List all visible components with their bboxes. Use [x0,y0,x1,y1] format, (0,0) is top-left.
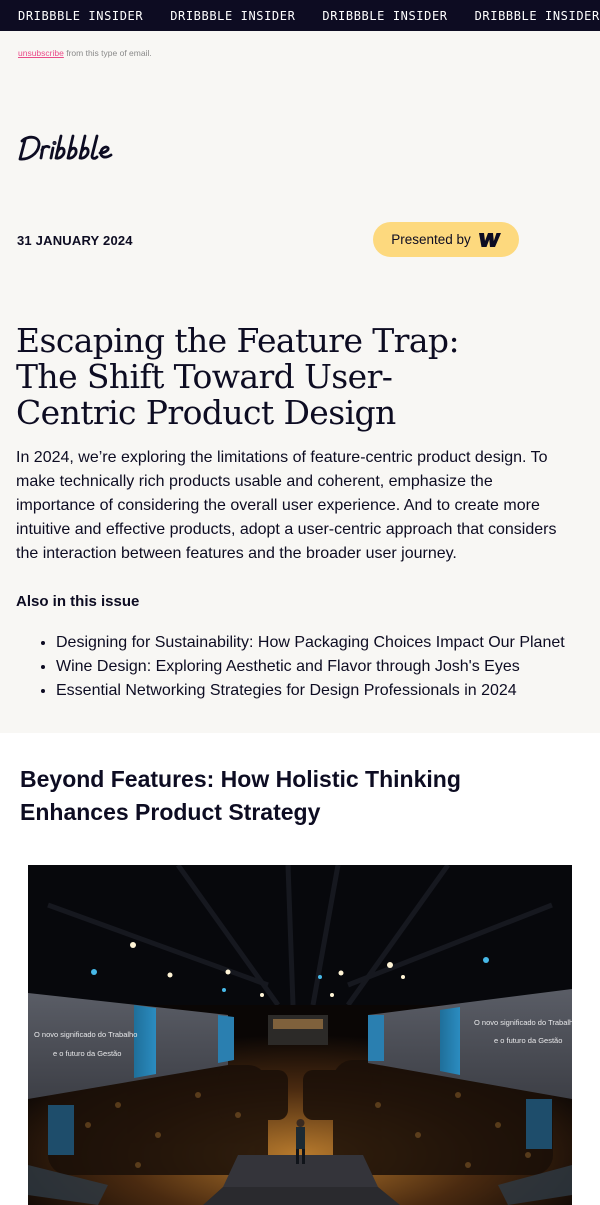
unsubscribe-link[interactable]: unsubscribe [18,48,64,58]
also-in-issue-heading: Also in this issue [16,593,140,610]
dribbble-wordmark-icon [18,134,113,161]
headline-line: Escaping the Feature Trap: [16,321,460,360]
feature-title[interactable]: Beyond Features: How Holistic Thinking E… [20,763,540,829]
intro-paragraph: In 2024, we’re exploring the limitations… [16,449,557,562]
headline-line: Centric Product Design [16,393,396,432]
ticker-item: DRIBBBLE INSIDER [18,8,144,23]
unsubscribe-line: unsubscribe from this type of email. [18,48,152,58]
conference-photo-illustration: O novo significado do Trabalho e o futur… [28,865,572,1205]
feature-section: Beyond Features: How Holistic Thinking E… [0,733,600,1205]
header-section: unsubscribe from this type of email. 31 … [0,31,600,733]
screen-text: e o futuro da Gestão [53,1049,121,1058]
list-item[interactable]: Essential Networking Strategies for Desi… [56,679,565,703]
main-headline: Escaping the Feature Trap: The Shift Tow… [16,323,486,431]
ticker-item: DRIBBBLE INSIDER [474,8,600,23]
presented-by-label: Presented by [391,232,471,247]
webflow-logo-icon [478,232,501,247]
screen-text: O novo significado do Trabalho [34,1030,137,1039]
screen-text: O novo significado do Trabalho [474,1018,572,1027]
sponsor-badge[interactable]: Presented by [373,222,519,257]
dribbble-logo[interactable] [16,131,130,170]
also-in-issue-list: Designing for Sustainability: How Packag… [0,631,565,703]
headline-line: The Shift Toward User- [16,357,393,396]
ticker-item: DRIBBBLE INSIDER [322,8,448,23]
ticker-item: DRIBBBLE INSIDER [170,8,296,23]
list-item[interactable]: Wine Design: Exploring Aesthetic and Fla… [56,655,565,679]
list-item[interactable]: Designing for Sustainability: How Packag… [56,631,565,655]
issue-date: 31 JANUARY 2024 [17,233,133,248]
conference-hall-photo[interactable]: O novo significado do Trabalho e o futur… [28,865,572,1205]
unsubscribe-suffix: from this type of email. [66,48,152,58]
screen-text: e o futuro da Gestão [494,1036,562,1045]
newsletter-ticker-bar: DRIBBBLE INSIDER DRIBBBLE INSIDER DRIBBB… [0,0,600,31]
